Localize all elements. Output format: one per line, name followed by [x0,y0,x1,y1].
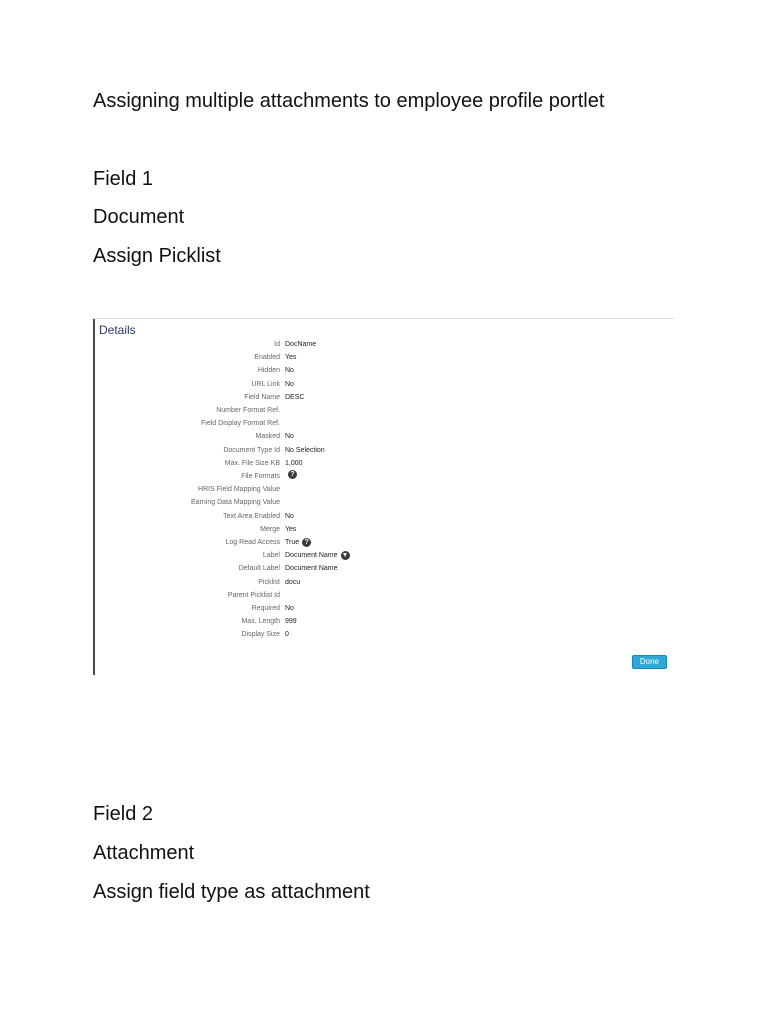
detail-label: URL Link [251,380,280,388]
detail-value-cell: DocName [285,338,316,351]
detail-label: Default Label [238,565,280,573]
detail-value-cell: True? [285,536,312,549]
detail-label: Masked [255,433,280,441]
detail-label: Hidden [257,367,280,375]
detail-value: docu [285,578,301,586]
detail-row: Log Read Access True? [93,536,675,549]
filter-icon[interactable] [340,551,350,561]
detail-value-cell: 1,000 [285,457,303,470]
detail-label: Log Read Access [225,539,280,546]
detail-label: Id [274,341,280,348]
detail-value-cell: No [285,430,294,443]
detail-label: Merge [260,525,280,533]
detail-value-cell: docu [285,576,300,589]
detail-label: Earning Data Mapping Value [191,499,280,507]
detail-label: Field Display Format Ref. [201,420,280,428]
detail-label: HRIS Field Mapping Value [198,486,280,494]
detail-value: No [285,433,294,441]
detail-value: Yes [285,354,297,362]
detail-row: Field Name DESC [93,391,675,404]
detail-label: Document Type Id [223,446,280,454]
detail-row: Default Label Document Name [93,562,675,575]
detail-value-cell: 999 [285,615,297,628]
detail-label: Picklist [258,578,280,586]
field1-name: Document [93,206,185,228]
details-screenshot: Details Id DocName Enabled Yes Hidden No URL L… [93,318,675,675]
detail-row: Masked No [93,430,675,443]
detail-row: Parent Picklist Id [93,589,675,602]
detail-value: 0 [285,631,289,639]
detail-row: Display Size 0 [93,628,675,641]
field2-instruction: Assign field type as attachment [93,881,370,903]
detail-row: Id DocName [93,338,675,351]
help-icon[interactable]: ? [302,538,312,547]
detail-row: Number Format Ref. [93,404,675,417]
detail-row: Document Type Id No Selection [93,444,675,457]
detail-label: Number Format Ref. [216,407,280,414]
field2-heading: Field 2 [93,803,154,825]
detail-label: Display Size [241,631,280,639]
detail-label: Enabled [254,354,280,362]
detail-value-cell: Document Name [285,549,350,562]
detail-value-cell: No [285,602,294,615]
detail-label: Required [251,605,280,612]
detail-row: Max. File Size KB 1,000 [93,457,675,470]
detail-row: Hidden No [93,364,675,377]
detail-row: Merge Yes [93,523,675,536]
detail-row: Required No [93,602,675,615]
detail-value: 1,000 [285,459,303,467]
detail-value: DocName [285,341,317,348]
field1-instruction: Assign Picklist [93,245,221,267]
detail-row: Field Display Format Ref. [93,417,675,430]
detail-label: Text Area Enabled [223,512,280,520]
detail-value: Document Name [285,552,338,560]
detail-label: Max. Length [241,618,280,626]
done-button[interactable]: Done [631,655,667,669]
detail-value: Document Name [285,565,338,573]
detail-value-cell: Yes [285,523,296,536]
detail-value: Yes [285,525,297,533]
detail-value-cell: No [285,510,294,523]
detail-value-cell: 0 [285,628,289,641]
detail-value-cell: No [285,364,294,377]
detail-value-cell: DESC [285,391,304,404]
detail-value: No Selection [285,446,325,454]
detail-value: No [285,380,294,388]
detail-value-cell: No [285,378,294,391]
detail-value-cell: Document Name [285,562,338,575]
details-panel-title: Details [99,323,136,337]
detail-row: Text Area Enabled No [93,510,675,523]
document-title: Assigning multiple attachments to employ… [93,90,605,112]
detail-row: File Formats? [93,470,675,483]
detail-row: HRIS Field Mapping Value [93,483,675,496]
detail-row: URL Link No [93,378,675,391]
detail-label: Parent Picklist Id [227,591,280,599]
detail-row: Enabled Yes [93,351,675,364]
detail-value-cell: Yes [285,351,296,364]
detail-label: File Formats [241,473,280,480]
detail-row: Max. Length 999 [93,615,675,628]
detail-value: 999 [285,618,297,626]
field2-name: Attachment [93,842,195,864]
detail-value: True [285,539,300,546]
detail-value: No [285,605,294,612]
detail-label: Label [262,552,280,560]
detail-value-cell: No Selection [285,444,325,457]
field1-heading: Field 1 [93,168,154,190]
detail-value: No [285,367,294,375]
detail-label: Max. File Size KB [224,459,280,467]
detail-value: DESC [285,393,305,401]
detail-value: No [285,512,294,520]
detail-row: Earning Data Mapping Value [93,496,675,509]
help-icon[interactable]: ? [288,470,297,479]
detail-row: Picklist docu [93,576,675,589]
detail-value-cell: ? [285,470,297,479]
detail-label: Field Name [244,393,280,401]
detail-row: Label Document Name [93,549,675,562]
